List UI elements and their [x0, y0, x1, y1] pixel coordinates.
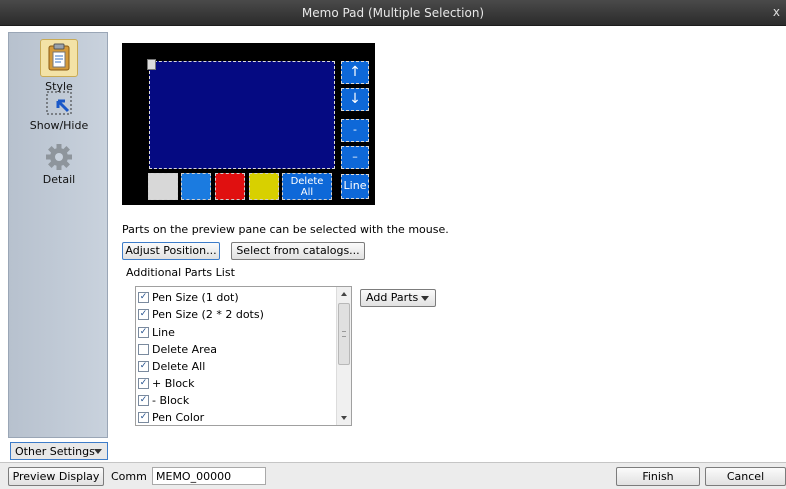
cursor-select-icon — [46, 91, 72, 115]
line-button[interactable]: Line — [341, 174, 369, 199]
list-item[interactable]: ✓ Pen Color — [138, 410, 204, 425]
title-bar: Memo Pad (Multiple Selection) x — [0, 0, 786, 26]
gear-icon — [46, 144, 72, 170]
scroll-up-arrow-icon[interactable] — [341, 292, 347, 296]
select-from-catalogs-button[interactable]: Select from catalogs... — [231, 242, 365, 260]
sidebar-item-show-hide[interactable]: Show/Hide — [9, 89, 109, 132]
list-item[interactable]: ✓ Pen Size (2 * 2 dots) — [138, 307, 264, 323]
list-item[interactable]: ✓ Line — [138, 325, 175, 341]
list-item[interactable]: Delete Area — [138, 342, 217, 358]
checkbox-checked[interactable]: ✓ — [138, 308, 149, 320]
sidebar-item-label: Detail — [42, 173, 76, 186]
checkbox-checked[interactable]: ✓ — [138, 377, 149, 389]
other-settings-label: Other Settings — [15, 445, 95, 458]
scroll-down-arrow-icon[interactable] — [341, 416, 347, 420]
finish-button[interactable]: Finish — [616, 467, 700, 486]
pen-size-small-button[interactable]: - — [341, 119, 369, 142]
checkbox-checked[interactable]: ✓ — [138, 394, 149, 406]
comm-label: Comm — [111, 470, 147, 483]
comment-input[interactable] — [152, 467, 266, 485]
additional-parts-label: Additional Parts List — [126, 266, 235, 279]
delete-all-label-line2: All — [300, 187, 314, 198]
sidebar-item-detail[interactable]: Detail — [9, 143, 109, 186]
list-item[interactable]: ✓ - Block — [138, 393, 189, 409]
clipboard-icon — [40, 39, 78, 77]
list-item[interactable]: ✓ Pen Size (1 dot) — [138, 290, 239, 306]
preview-display-button[interactable]: Preview Display — [8, 467, 104, 486]
scroll-up-button[interactable]: ↑ — [341, 61, 369, 84]
list-scrollbar[interactable] — [336, 287, 351, 425]
color-swatch-red[interactable] — [215, 173, 245, 200]
checkbox-unchecked[interactable] — [138, 343, 149, 355]
bottom-bar: Preview Display Comm Finish Cancel — [0, 462, 786, 489]
additional-parts-list[interactable]: ✓ Pen Size (1 dot) ✓ Pen Size (2 * 2 dots)… — [135, 286, 352, 426]
add-parts-button[interactable]: Add Parts — [360, 289, 436, 307]
scrollbar-thumb[interactable] — [338, 303, 350, 365]
adjust-position-button[interactable]: Adjust Position... — [122, 242, 220, 260]
checkbox-checked[interactable]: ✓ — [138, 360, 149, 372]
close-icon[interactable]: x — [773, 5, 780, 19]
checkbox-checked[interactable]: ✓ — [138, 291, 149, 303]
sidebar: Style Show/Hide Detail — [8, 32, 108, 438]
checkbox-checked[interactable]: ✓ — [138, 326, 149, 338]
delete-all-label-line1: Delete — [290, 176, 324, 187]
canvas-handle-icon[interactable] — [147, 59, 156, 70]
grip-icon — [342, 331, 346, 337]
memo-canvas[interactable] — [149, 61, 335, 169]
pen-size-large-button[interactable]: – — [341, 146, 369, 169]
preview-pane[interactable]: ↑ ↓ - – Line Delete All — [122, 43, 375, 205]
other-settings-dropdown[interactable]: Other Settings — [10, 442, 108, 460]
sidebar-item-style[interactable]: Style — [9, 39, 109, 93]
preview-hint: Parts on the preview pane can be selecte… — [122, 223, 449, 236]
add-parts-label: Add Parts — [366, 291, 419, 304]
cancel-button[interactable]: Cancel — [705, 467, 786, 486]
chevron-down-icon — [94, 449, 102, 454]
list-item[interactable]: ✓ + Block — [138, 376, 194, 392]
window-title: Memo Pad (Multiple Selection) — [301, 6, 485, 20]
list-item[interactable]: ✓ Delete All — [138, 359, 205, 375]
color-swatch-yellow[interactable] — [249, 173, 279, 200]
color-swatch-gray[interactable] — [148, 173, 178, 200]
delete-all-button[interactable]: Delete All — [282, 173, 332, 200]
sidebar-item-label: Show/Hide — [29, 119, 89, 132]
checkbox-checked[interactable]: ✓ — [138, 411, 149, 423]
chevron-down-icon — [421, 296, 429, 301]
scroll-down-button[interactable]: ↓ — [341, 88, 369, 111]
color-swatch-blue[interactable] — [181, 173, 211, 200]
